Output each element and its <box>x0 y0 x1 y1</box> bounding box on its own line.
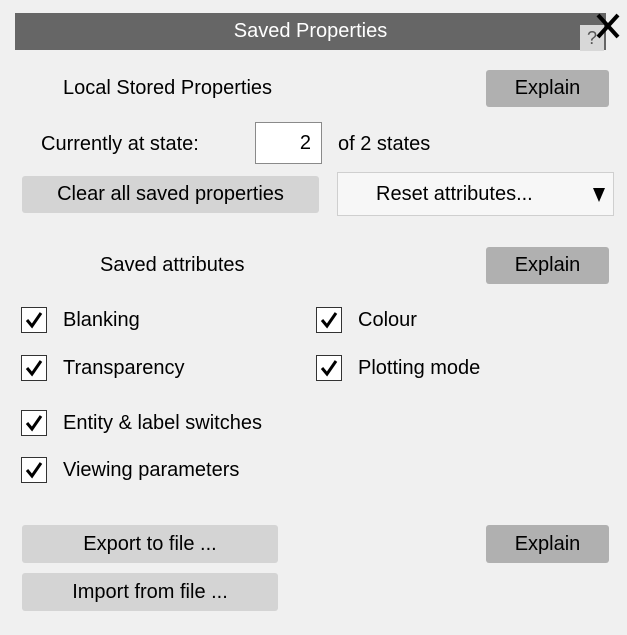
check-icon <box>25 360 43 377</box>
viewing-parameters-label: Viewing parameters <box>63 459 240 481</box>
entity-label-switches-checkbox[interactable] <box>21 410 47 436</box>
current-state-input[interactable]: 2 <box>255 122 322 164</box>
transparency-checkbox[interactable] <box>21 355 47 381</box>
file-explain-button[interactable]: Explain <box>486 525 609 563</box>
check-icon <box>320 360 338 377</box>
title-bar[interactable]: Saved Properties ? <box>15 13 606 51</box>
local-stored-properties-heading: Local Stored Properties <box>63 77 273 99</box>
window-title: Saved Properties <box>233 20 388 42</box>
import-from-file-button[interactable]: Import from file ... <box>22 573 278 611</box>
attributes-explain-button[interactable]: Explain <box>486 247 609 284</box>
reset-attributes-dropdown[interactable]: Reset attributes... <box>337 172 614 216</box>
viewing-parameters-checkbox[interactable] <box>21 457 47 483</box>
saved-attributes-heading: Saved attributes <box>100 254 245 276</box>
plotting-mode-checkbox[interactable] <box>316 355 342 381</box>
colour-label: Colour <box>358 309 417 331</box>
reset-attributes-label: Reset attributes... <box>376 183 533 205</box>
check-icon <box>320 312 338 329</box>
check-icon <box>25 415 43 432</box>
plotting-mode-label: Plotting mode <box>358 357 481 379</box>
local-explain-button[interactable]: Explain <box>486 70 609 107</box>
colour-checkbox[interactable] <box>316 307 342 333</box>
export-to-file-button[interactable]: Export to file ... <box>22 525 278 563</box>
entity-label-switches-label: Entity & label switches <box>63 412 262 434</box>
transparency-label: Transparency <box>63 357 185 379</box>
check-icon <box>25 312 43 329</box>
saved-properties-window: Saved Properties ? Local Stored Properti… <box>0 0 627 635</box>
close-icon[interactable] <box>593 10 623 42</box>
current-state-label: Currently at state: <box>41 133 199 155</box>
check-icon <box>25 462 43 479</box>
dropdown-arrow-icon <box>593 188 605 202</box>
blanking-checkbox[interactable] <box>21 307 47 333</box>
blanking-label: Blanking <box>63 309 140 331</box>
state-count-label: of 2 states <box>338 133 431 155</box>
clear-all-saved-properties-button[interactable]: Clear all saved properties <box>22 176 319 213</box>
